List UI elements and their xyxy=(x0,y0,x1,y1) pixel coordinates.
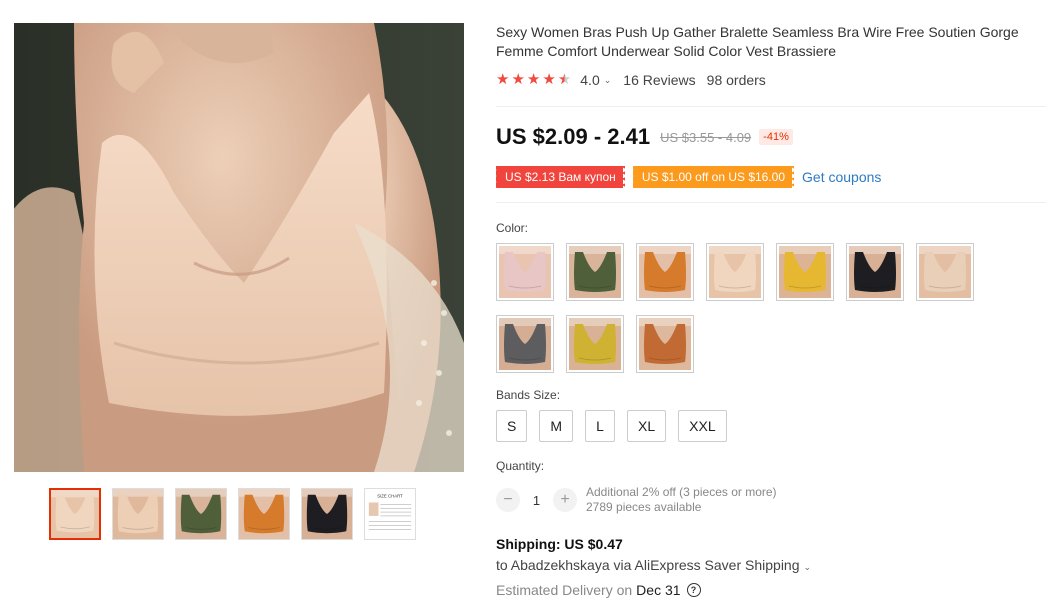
thumbnail-strip: SIZE CHART xyxy=(49,488,416,540)
color-swatch-nude[interactable] xyxy=(706,243,764,301)
coupon-badge[interactable]: US $2.13 Вам купон xyxy=(494,166,627,188)
color-label: Color: xyxy=(496,221,529,235)
shipping-destination-text: to Abadzekhskaya via AliExpress Saver Sh… xyxy=(496,557,800,573)
quantity-value[interactable]: 1 xyxy=(520,493,553,508)
size-option-xxl[interactable]: XXL xyxy=(678,410,727,442)
chevron-down-icon[interactable]: ⌄ xyxy=(604,75,612,86)
star-half-icon: ★ xyxy=(557,71,572,88)
size-option-m[interactable]: M xyxy=(539,410,574,442)
quantity-decrease-button[interactable]: − xyxy=(496,488,520,512)
thumbnail-black[interactable] xyxy=(301,488,353,540)
product-photo xyxy=(14,23,464,472)
color-swatch-caramel[interactable] xyxy=(636,315,694,373)
current-price: US $2.09 - 2.41 xyxy=(496,124,651,149)
quantity-info: Additional 2% off (3 pieces or more) 278… xyxy=(586,485,777,515)
divider xyxy=(496,202,1046,203)
help-icon[interactable]: ? xyxy=(686,583,701,597)
delivery-label: Estimated Delivery on xyxy=(496,582,633,598)
color-swatch-yellow[interactable] xyxy=(776,243,834,301)
delivery-date: Dec 31 xyxy=(636,582,681,598)
product-title: Sexy Women Bras Push Up Gather Bralette … xyxy=(496,24,1019,59)
color-swatch-mustard[interactable] xyxy=(566,315,624,373)
rating-row: ★ ★ ★ ★ ★ 4.0 ⌄ 16 Reviews 98 orders xyxy=(496,72,766,89)
quantity-increase-button[interactable]: + xyxy=(553,488,577,512)
svg-text:SIZE CHART: SIZE CHART xyxy=(377,494,403,499)
size-option-s[interactable]: S xyxy=(496,410,528,442)
chevron-down-icon[interactable]: ⌄ xyxy=(804,562,812,572)
main-product-image[interactable] xyxy=(14,23,464,472)
quantity-stepper: − 1 + Additional 2% off (3 pieces or mor… xyxy=(496,485,777,515)
thumbnail-nude-back[interactable] xyxy=(112,488,164,540)
star-icon: ★ xyxy=(542,71,556,88)
rating-stars: ★ ★ ★ ★ ★ xyxy=(496,72,571,88)
orders-count: 98 orders xyxy=(706,72,766,88)
size-option-xl[interactable]: XL xyxy=(627,410,667,442)
divider xyxy=(496,106,1046,107)
color-swatch-gray[interactable] xyxy=(496,315,554,373)
original-price: US $3.55 - 4.09 xyxy=(660,129,752,145)
coupon-row: US $2.13 Вам купон US $1.00 off on US $1… xyxy=(494,166,881,188)
color-swatches xyxy=(496,243,1016,373)
reviews-link[interactable]: 16 Reviews xyxy=(623,72,695,88)
price-row: US $2.09 - 2.41 US $3.55 - 4.09 -41% xyxy=(496,124,793,150)
shipping-destination[interactable]: to Abadzekhskaya via AliExpress Saver Sh… xyxy=(496,557,823,573)
thumbnail-size-chart[interactable]: SIZE CHART xyxy=(364,488,416,540)
thumbnail-nude[interactable] xyxy=(49,488,101,540)
star-icon: ★ xyxy=(496,71,510,88)
size-label: Bands Size: xyxy=(496,388,561,402)
thumbnail-green[interactable] xyxy=(175,488,227,540)
store-coupon-badge[interactable]: US $1.00 off on US $16.00 xyxy=(630,166,797,188)
color-swatch-green[interactable] xyxy=(566,243,624,301)
star-icon: ★ xyxy=(511,71,525,88)
color-swatch-pink[interactable] xyxy=(496,243,554,301)
stock-available: 2789 pieces available xyxy=(586,500,702,514)
rating-value[interactable]: 4.0 xyxy=(580,72,599,88)
star-icon: ★ xyxy=(526,71,541,88)
color-swatch-orange[interactable] xyxy=(636,243,694,301)
thumbnail-orange[interactable] xyxy=(238,488,290,540)
quantity-label: Quantity: xyxy=(496,459,545,473)
get-coupons-link[interactable]: Get coupons xyxy=(802,169,881,185)
estimated-delivery: Estimated Delivery on Dec 31 ? xyxy=(496,582,701,598)
shipping-cost: Shipping: US $0.47 xyxy=(496,536,623,552)
color-swatch-beige[interactable] xyxy=(916,243,974,301)
discount-badge: -41% xyxy=(759,129,793,145)
size-option-l[interactable]: L xyxy=(585,410,616,442)
bulk-discount-note: Additional 2% off (3 pieces or more) xyxy=(586,485,777,499)
color-swatch-black[interactable] xyxy=(846,243,904,301)
size-options: S M L XL XXL xyxy=(496,410,727,442)
